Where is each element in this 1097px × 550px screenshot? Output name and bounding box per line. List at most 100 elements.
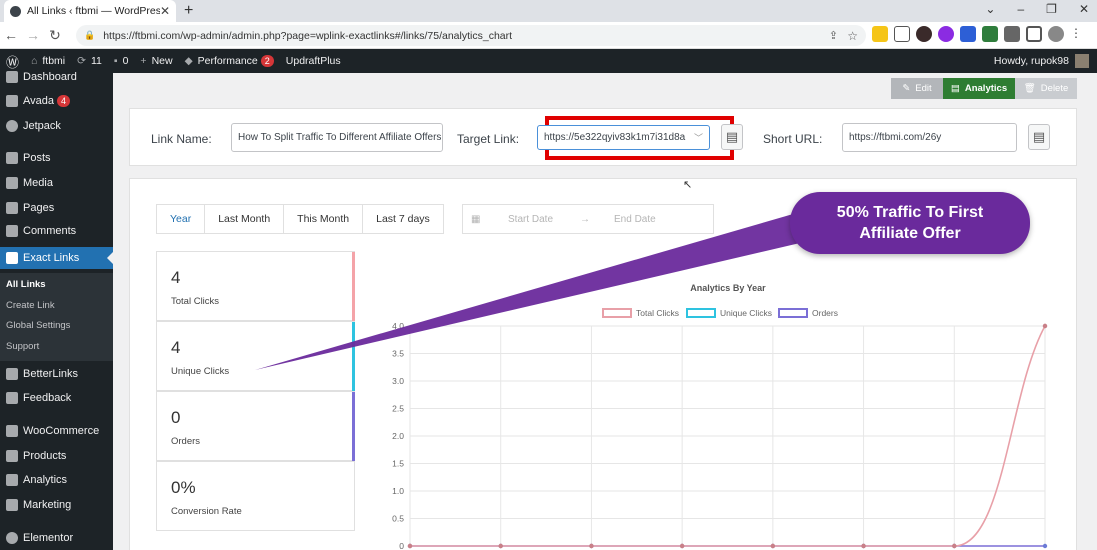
tab-year[interactable]: Year: [157, 205, 206, 233]
sidebar-item-posts[interactable]: Posts: [0, 148, 113, 168]
data-point: [1042, 543, 1048, 549]
admin-sidebar: Dashboard Avada 4 Jetpack Posts Media Pag…: [0, 71, 113, 550]
sidebar-item-betterlinks[interactable]: BetterLinks: [0, 364, 113, 384]
sidebar-item-jetpack[interactable]: Jetpack: [0, 116, 113, 136]
more-icon[interactable]: ⋮: [1070, 26, 1082, 42]
browser-tab[interactable]: All Links ‹ ftbmi — WordPress ✕: [4, 0, 176, 22]
sidebar-item-dashboard[interactable]: Dashboard: [0, 67, 113, 87]
link-name-input[interactable]: How To Split Traffic To Different Affili…: [231, 123, 443, 152]
sidebar-item-woocommerce[interactable]: WooCommerce: [0, 421, 113, 441]
comments-link[interactable]: ▪ 0: [114, 55, 129, 67]
share-icon[interactable]: ⇪: [829, 29, 838, 42]
profile-avatar-icon[interactable]: [1048, 26, 1064, 42]
chevron-down-icon[interactable]: ⌄: [985, 2, 995, 16]
sidebar-item-media[interactable]: Media: [0, 173, 113, 193]
close-tab-icon[interactable]: ✕: [160, 4, 170, 18]
sidebar-item-products[interactable]: Products: [0, 446, 113, 466]
sidebar-item-avada[interactable]: Avada 4: [0, 91, 113, 111]
y-tick-label: 1.0: [392, 486, 404, 496]
copy-target-icon[interactable]: ▤: [721, 124, 743, 150]
sidepanel-icon[interactable]: [1026, 26, 1042, 42]
lock-icon[interactable]: 🔒: [84, 30, 95, 41]
data-point: [1042, 323, 1048, 329]
sidebar-item-comments[interactable]: Comments: [0, 221, 113, 241]
submenu-create-link[interactable]: Create Link: [6, 300, 55, 311]
user-account-menu[interactable]: Howdy, rupok98: [994, 54, 1089, 68]
forward-icon[interactable]: →: [22, 27, 44, 43]
new-content-link[interactable]: + New: [140, 55, 172, 67]
target-link-select[interactable]: https://5e322qyiv83k1m7i31d8a ﹀: [537, 125, 710, 150]
close-window-icon[interactable]: ✕: [1079, 2, 1089, 16]
line-chart-svg: Analytics By Year Total Clicks Unique Clic…: [392, 283, 1048, 550]
puzzle-icon[interactable]: [1004, 26, 1020, 42]
performance-label: Performance: [197, 55, 258, 67]
extension-blue-icon[interactable]: [960, 26, 976, 42]
stat-caption: Total Clicks: [171, 296, 220, 307]
sidebar-item-feedback[interactable]: Feedback: [0, 388, 113, 408]
edit-button[interactable]: ✎ Edit: [891, 78, 943, 99]
site-name-link[interactable]: ⌂ ftbmi: [31, 55, 65, 67]
wp-admin-bar: Ⓦ ⌂ ftbmi ⟳ 11 ▪ 0 + New ◆ Performance 2 Updra…: [0, 49, 1097, 73]
copy-short-url-icon[interactable]: ▤: [1028, 124, 1050, 150]
data-point: [498, 543, 503, 549]
minimize-icon[interactable]: –: [1017, 2, 1024, 16]
tab-last-7-days[interactable]: Last 7 days: [363, 205, 443, 233]
submenu-support[interactable]: Support: [6, 341, 39, 352]
data-point: [407, 543, 413, 549]
extension-figure-icon[interactable]: [982, 26, 998, 42]
data-point: [589, 543, 594, 549]
submenu-global-settings[interactable]: Global Settings: [6, 320, 70, 331]
updates-link[interactable]: ⟳ 11: [77, 55, 102, 67]
short-url-input[interactable]: https://ftbmi.com/26y: [842, 123, 1017, 152]
extension-circle-icon[interactable]: [938, 26, 954, 42]
sidebar-item-pages[interactable]: Pages: [0, 198, 113, 218]
sidebar-item-label: Exact Links: [23, 252, 80, 264]
window-controls: ⌄ – ❐ ✕: [985, 2, 1089, 16]
y-tick-label: 4.0: [392, 321, 404, 331]
pages-icon: [6, 202, 18, 214]
analytics-button[interactable]: ▤ Analytics: [943, 78, 1015, 99]
mouse-cursor-icon: ↖: [683, 179, 693, 191]
extension-box-icon[interactable]: [894, 26, 910, 42]
sidebar-item-elementor[interactable]: Elementor: [0, 528, 113, 548]
sidebar-item-label: Media: [23, 177, 53, 189]
date-range-picker[interactable]: ▦ Start Date → End Date: [462, 204, 714, 234]
sidebar-item-label: WooCommerce: [23, 425, 100, 437]
extension-dark-icon[interactable]: [916, 26, 932, 42]
extension-yellow-icon[interactable]: [872, 26, 888, 42]
reload-icon[interactable]: ↻: [44, 27, 66, 44]
end-date-input[interactable]: End Date: [614, 214, 656, 225]
feedback-icon: [6, 392, 18, 404]
restore-icon[interactable]: ❐: [1046, 2, 1057, 16]
callout-line-1: 50% Traffic To First: [836, 204, 984, 221]
avatar: [1075, 54, 1089, 68]
updraftplus-link[interactable]: UpdraftPlus: [286, 55, 341, 67]
sidebar-item-analytics[interactable]: Analytics: [0, 470, 113, 490]
legend-swatch: [778, 308, 808, 318]
bookmark-star-icon[interactable]: ☆: [847, 29, 858, 43]
delete-button[interactable]: 🗑 Delete: [1015, 78, 1077, 99]
sidebar-item-exact-links[interactable]: Exact Links: [0, 247, 113, 269]
avada-icon: [6, 95, 18, 107]
stat-value: 0%: [171, 478, 196, 497]
sidebar-item-label: Posts: [23, 152, 51, 164]
back-icon[interactable]: ←: [0, 27, 22, 43]
url-input[interactable]: 🔒 https://ftbmi.com/wp-admin/admin.php?p…: [76, 25, 866, 46]
callout-banner: 50% Traffic To First Affiliate Offer: [790, 192, 1030, 254]
tab-last-month[interactable]: Last Month: [205, 205, 285, 233]
woocommerce-icon: [6, 425, 18, 437]
start-date-input[interactable]: Start Date: [508, 214, 553, 225]
callout-text: 50% Traffic To First Affiliate Offer: [837, 202, 983, 244]
media-icon: [6, 177, 18, 189]
submenu-all-links[interactable]: All Links: [6, 279, 46, 290]
performance-link[interactable]: ◆ Performance 2: [185, 55, 274, 67]
sidebar-item-marketing[interactable]: Marketing: [0, 495, 113, 515]
tab-this-month[interactable]: This Month: [284, 205, 364, 233]
browser-tabbar: All Links ‹ ftbmi — WordPress ✕ + ⌄ – ❐ …: [0, 0, 1097, 22]
site-name: ftbmi: [42, 55, 66, 67]
sidebar-item-label: BetterLinks: [23, 368, 79, 380]
exact-links-submenu: All Links Create Link Global Settings Su…: [0, 273, 113, 361]
new-tab-icon[interactable]: +: [184, 2, 193, 20]
updraftplus-label: UpdraftPlus: [285, 55, 341, 67]
stat-value: 4: [171, 268, 181, 287]
